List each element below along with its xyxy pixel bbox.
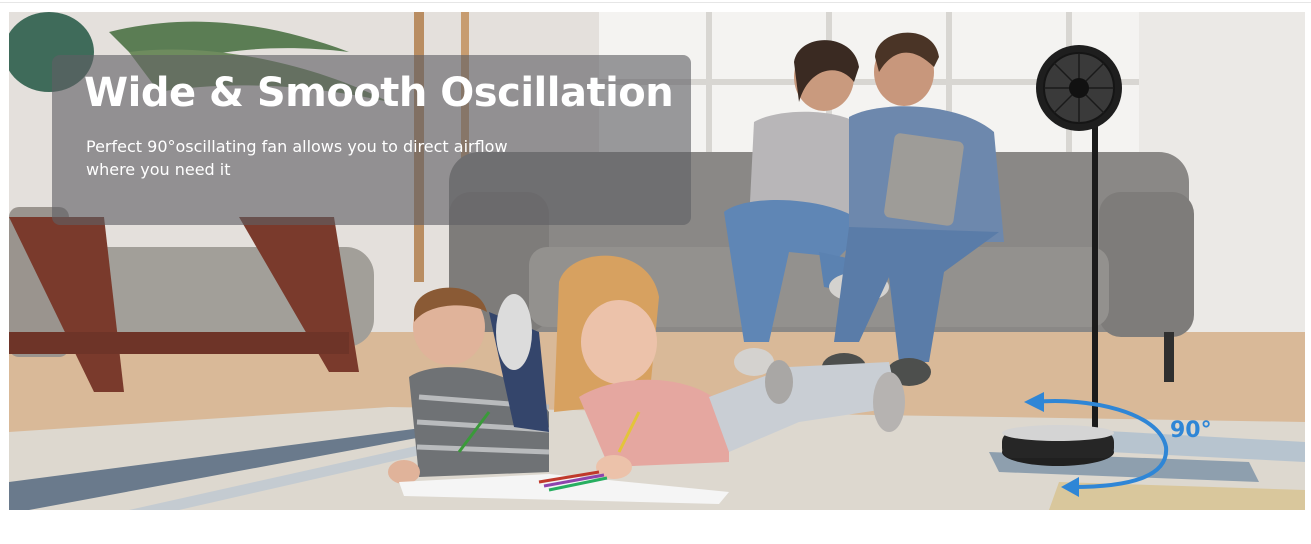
- tablet: [884, 133, 964, 226]
- banner-subline: Perfect 90°oscillating fan allows you to…: [86, 137, 508, 179]
- oscillation-angle-label: 90°: [1170, 418, 1212, 443]
- bottom-whitespace: [0, 510, 1311, 544]
- top-divider: [0, 2, 1311, 3]
- fan-pole: [1092, 112, 1098, 452]
- girl-head: [581, 300, 657, 384]
- banner-headline: Wide & Smooth Oscillation: [84, 70, 674, 116]
